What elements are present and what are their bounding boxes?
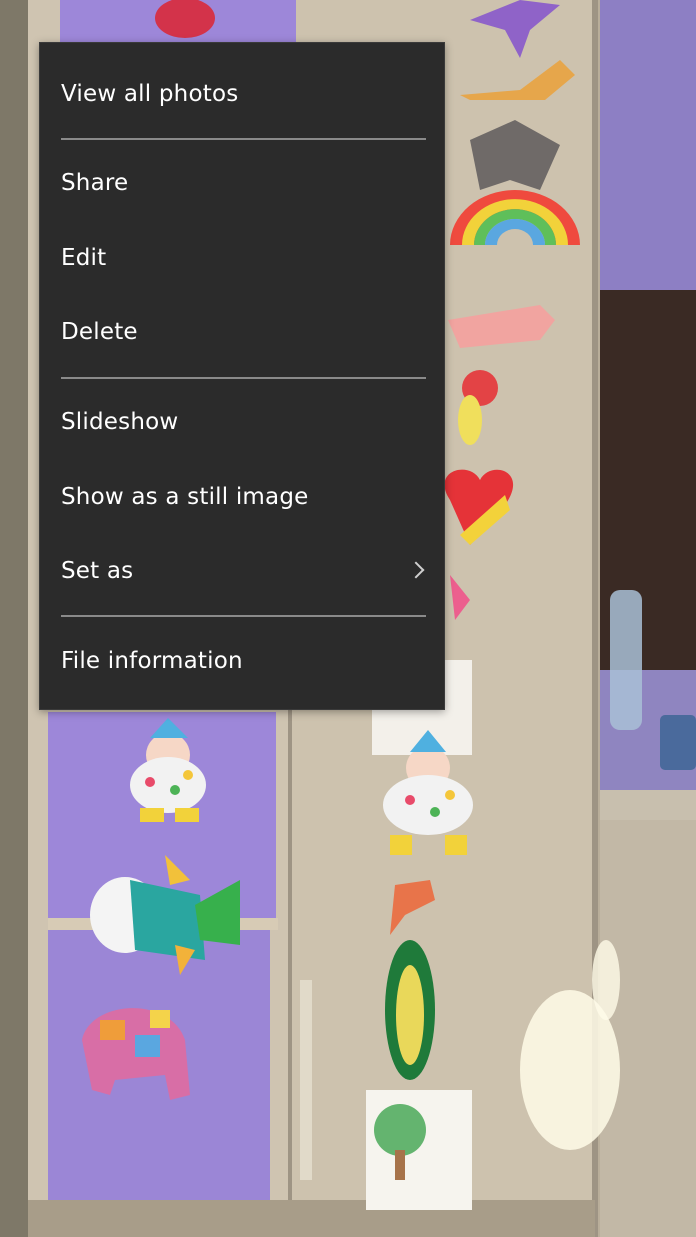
menu-item-label: Slideshow xyxy=(61,409,179,435)
menu-item-show-as-still-image[interactable]: Show as a still image xyxy=(40,467,444,527)
menu-item-file-information[interactable]: File information xyxy=(40,631,444,691)
menu-item-label: Set as xyxy=(61,558,134,584)
menu-item-edit[interactable]: Edit xyxy=(40,228,444,288)
menu-separator xyxy=(61,377,426,379)
chevron-right-icon xyxy=(407,561,425,579)
menu-item-set-as[interactable]: Set as xyxy=(40,541,444,601)
context-menu: View all photos Share Edit Delete Slides… xyxy=(39,42,445,710)
menu-item-delete[interactable]: Delete xyxy=(40,302,444,362)
menu-item-label: File information xyxy=(61,648,243,674)
menu-separator xyxy=(61,615,426,617)
menu-item-share[interactable]: Share xyxy=(40,153,444,213)
menu-item-view-all-photos[interactable]: View all photos xyxy=(40,64,444,124)
menu-item-label: View all photos xyxy=(61,81,239,107)
menu-item-slideshow[interactable]: Slideshow xyxy=(40,392,444,452)
menu-item-label: Delete xyxy=(61,319,138,345)
menu-item-label: Show as a still image xyxy=(61,484,309,510)
menu-item-label: Share xyxy=(61,170,129,196)
photo-viewer[interactable]: View all photos Share Edit Delete Slides… xyxy=(0,0,696,1237)
menu-item-label: Edit xyxy=(61,245,107,271)
menu-separator xyxy=(61,138,426,140)
